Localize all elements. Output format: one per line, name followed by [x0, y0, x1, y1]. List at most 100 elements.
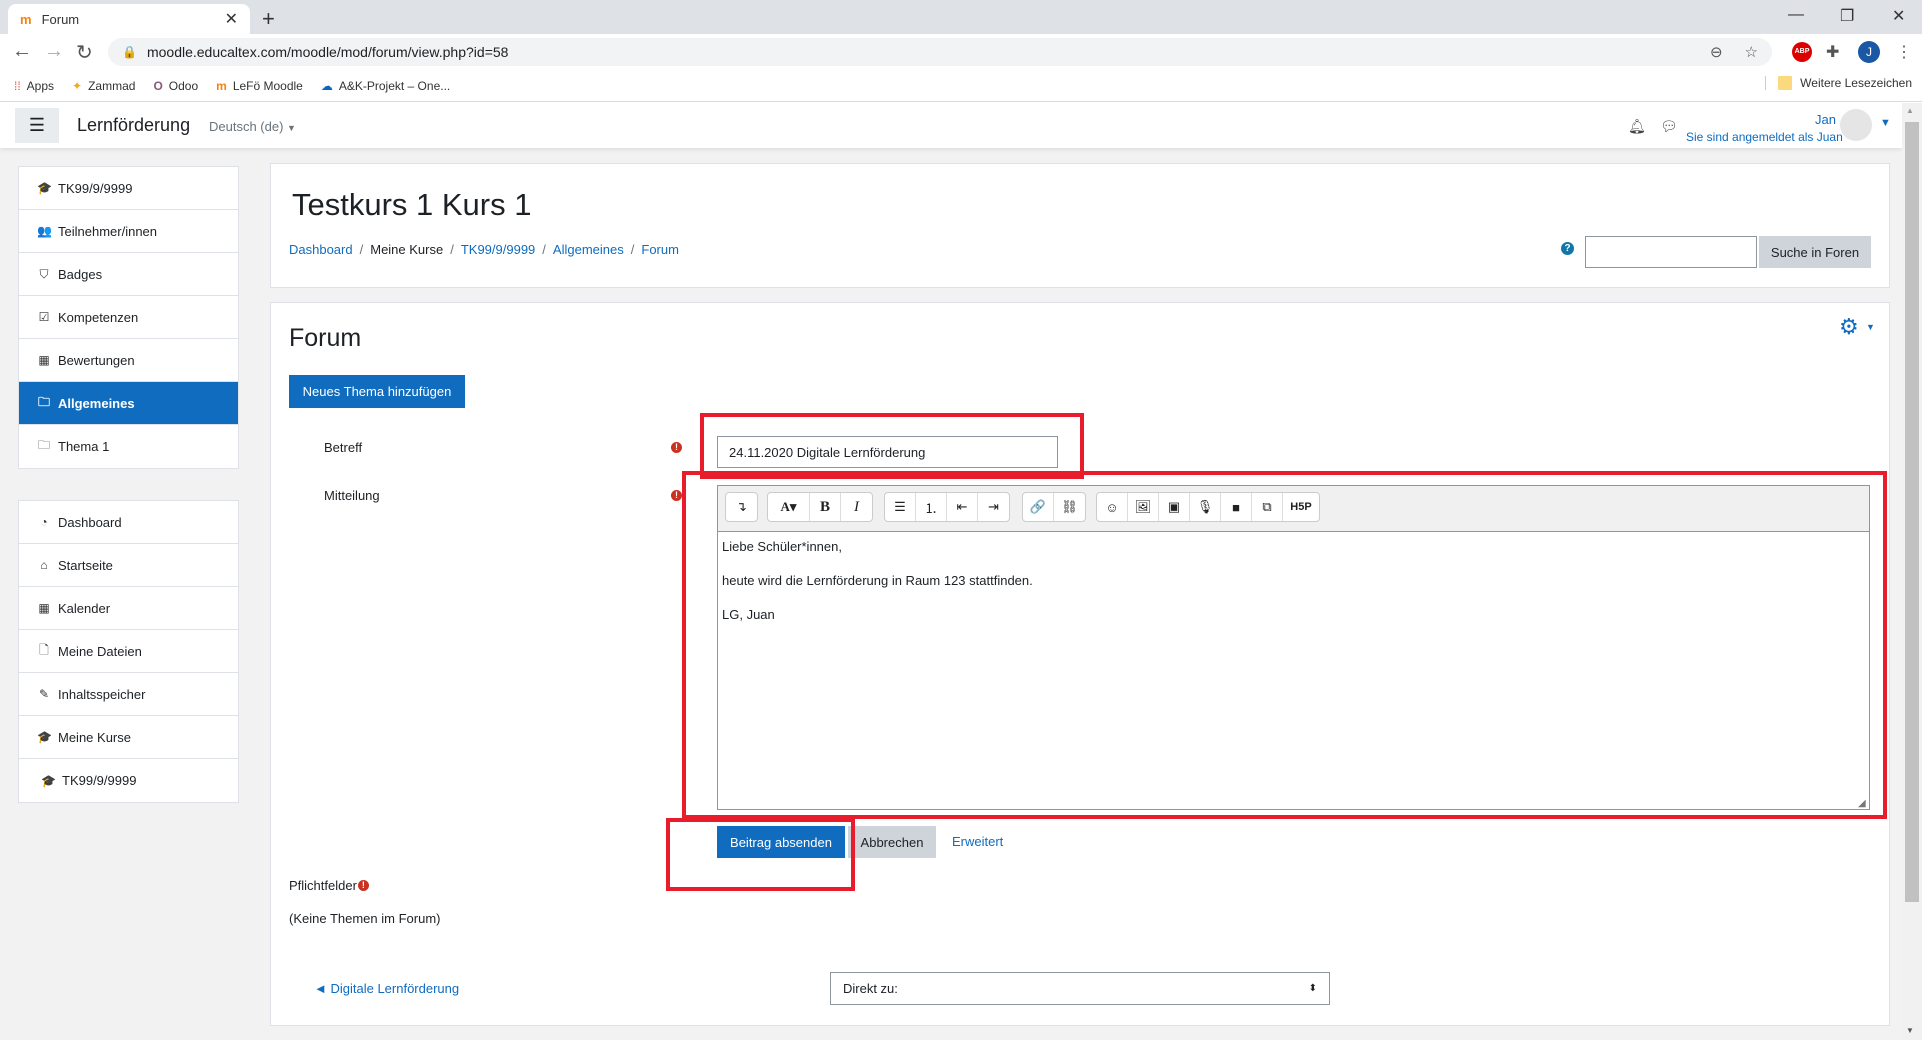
folder-icon: 🗀 [37, 394, 50, 409]
unlink-icon[interactable]: ⛓ [1054, 493, 1085, 521]
message-editor[interactable] [717, 485, 1870, 810]
breadcrumb-item: Meine Kurse [370, 242, 444, 257]
breadcrumb-item[interactable]: Forum [641, 242, 679, 257]
jump-to-select[interactable]: Direkt zu: ⬍ [830, 972, 1330, 1005]
bookmark-onedrive[interactable]: ☁ A&K-Projekt – One... [321, 79, 450, 93]
sidebar-item-kompetenzen[interactable]: ☑ Kompetenzen [19, 296, 238, 339]
minimize-icon[interactable]: — [1788, 6, 1804, 24]
link-icon[interactable]: 🔗 [1023, 493, 1054, 521]
breadcrumb-item[interactable]: Dashboard [289, 242, 353, 257]
previous-activity-link[interactable]: ◄ Digitale Lernförderung [314, 981, 459, 996]
zammad-icon: ✦ [72, 78, 83, 93]
outdent-icon[interactable]: ⇤ [947, 493, 978, 521]
add-new-topic-button[interactable]: Neues Thema hinzufügen [289, 375, 465, 408]
bookmark-lefo-moodle[interactable]: m LeFö Moodle [216, 79, 303, 93]
sidebar-item-tk99-9-9999[interactable]: 🎓 TK99/9/9999 [19, 759, 238, 802]
adblock-icon[interactable]: ABP [1792, 42, 1812, 62]
sidebar-item-meine-dateien[interactable]: 🗋 Meine Dateien [19, 630, 238, 673]
other-bookmarks[interactable]: Weitere Lesezeichen [1765, 76, 1912, 90]
required-icon: ! [671, 490, 682, 501]
messages-chat-icon[interactable]: 💬︎ [1660, 118, 1678, 135]
sidebar-item-label: Meine Kurse [58, 729, 131, 745]
message-paragraph: LG, Juan [722, 607, 775, 622]
breadcrumb-separator: / [359, 242, 364, 257]
user-avatar[interactable] [1840, 109, 1872, 141]
sidebar-item-allgemeines[interactable]: 🗀 Allgemeines [19, 382, 238, 425]
scroll-down-arrow-icon[interactable]: ▼ [1906, 1026, 1914, 1035]
bookmark-zammad[interactable]: ✦ Zammad [72, 79, 135, 93]
forward-icon[interactable]: → [44, 40, 64, 63]
help-icon[interactable]: ? [1561, 242, 1574, 255]
new-tab-button[interactable]: + [262, 6, 275, 32]
font-style-icon[interactable]: A▾ [768, 493, 810, 521]
notifications-bell-icon[interactable]: 🔔︎ [1628, 118, 1646, 135]
bookmarks-bar: ⁞⁞ Apps ✦ Zammad O Odoo m LeFö Moodle ☁ A&K-P… [0, 70, 1922, 102]
back-icon[interactable]: ← [12, 40, 32, 63]
bookmark-odoo[interactable]: O Odoo [153, 79, 198, 93]
reload-icon[interactable]: ↻ [76, 40, 93, 65]
site-brand[interactable]: Lernförderung [77, 115, 190, 136]
sidebar-item-dashboard[interactable]: ◔ Dashboard [19, 501, 238, 544]
numbered-list-icon[interactable]: ⒈ [916, 493, 947, 521]
breadcrumb-separator: / [542, 242, 546, 257]
forum-search-input[interactable] [1585, 236, 1757, 268]
editor-content[interactable]: Liebe Schüler*innen, heute wird die Lernf… [722, 538, 1862, 640]
close-tab-icon[interactable]: ✕ [225, 9, 238, 29]
bookmark-star-icon[interactable]: ☆ [1745, 43, 1758, 61]
sidebar-item-badges[interactable]: ⛉ Badges [19, 253, 238, 296]
sidebar-item-meine-kurse[interactable]: 🎓 Meine Kurse [19, 716, 238, 759]
profile-avatar[interactable]: J [1858, 41, 1880, 63]
sidebar-item-tk99-9-9999[interactable]: 🎓 TK99/9/9999 [19, 167, 238, 210]
folder-icon: 🗀 [37, 438, 50, 452]
file-icon: 🗋 [39, 642, 49, 657]
restore-icon[interactable]: ❐ [1840, 6, 1854, 26]
sidebar-item-label: Meine Dateien [58, 643, 142, 659]
language-menu[interactable]: Deutsch (de) ▼ [209, 119, 296, 134]
show-more-icon[interactable]: ↴ [726, 493, 757, 521]
bold-icon[interactable]: B [810, 493, 841, 521]
manage-files-icon[interactable]: ⧉ [1252, 493, 1283, 521]
sidebar-item-kalender[interactable]: ▦ Kalender [19, 587, 238, 630]
breadcrumb-item[interactable]: TK99/9/9999 [461, 242, 535, 257]
italic-icon[interactable]: I [841, 493, 872, 521]
subject-input[interactable]: 24.11.2020 Digitale Lernförderung [717, 436, 1058, 468]
onedrive-icon: ☁ [320, 78, 333, 93]
sidebar-item-teilnehmer-innen[interactable]: 👥 Teilnehmer/innen [19, 210, 238, 253]
address-bar[interactable]: 🔒 moodle.educaltex.com/moodle/mod/forum/… [108, 38, 1772, 66]
gear-caret-icon[interactable]: ▼ [1866, 322, 1875, 332]
resize-handle-icon[interactable]: ◢ [1858, 798, 1866, 809]
menu-kebab-icon[interactable]: ⋮ [1896, 42, 1912, 62]
sidebar-item-inhaltsspeicher[interactable]: ✎ Inhaltsspeicher [19, 673, 238, 716]
h5p-icon[interactable]: H5P [1283, 493, 1319, 521]
indent-icon[interactable]: ⇥ [978, 493, 1009, 521]
image-icon[interactable]: 🖼 [1128, 493, 1159, 521]
scrollbar-thumb[interactable] [1905, 122, 1919, 902]
cancel-button[interactable]: Abbrechen [848, 826, 936, 858]
hamburger-menu-button[interactable]: ☰ [15, 108, 59, 143]
media-icon[interactable]: ▣ [1159, 493, 1190, 521]
record-audio-icon[interactable]: 🎙 [1190, 493, 1221, 521]
sidebar-item-bewertungen[interactable]: ▦ Bewertungen [19, 339, 238, 382]
gear-icon[interactable]: ⚙ [1839, 314, 1859, 340]
record-video-icon[interactable]: ■ [1221, 493, 1252, 521]
extensions-puzzle-icon[interactable]: ✚ [1826, 42, 1839, 62]
search-forums-button[interactable]: Suche in Foren [1759, 236, 1871, 268]
advanced-link[interactable]: Erweitert [952, 834, 1003, 849]
zoom-icon[interactable]: ⊖ [1710, 43, 1723, 61]
moodle-favicon-icon: m [20, 11, 32, 27]
post-submit-button[interactable]: Beitrag absenden [717, 826, 845, 858]
user-menu-caret-icon[interactable]: ▼ [1880, 117, 1891, 129]
user-name[interactable]: Jan [1815, 112, 1836, 127]
bullet-list-icon[interactable]: ☰ [885, 493, 916, 521]
sidebar-site-nav: ◔ Dashboard ⌂ Startseite ▦ Kalender 🗋 Meine Dat… [18, 500, 239, 803]
browser-tab[interactable]: m Forum ✕ [8, 4, 250, 34]
logged-in-as[interactable]: Sie sind angemeldet als Juan [1686, 130, 1843, 144]
bookmark-apps[interactable]: ⁞⁞ Apps [14, 79, 54, 93]
emoticon-icon[interactable]: ☺ [1097, 493, 1128, 521]
breadcrumb-item[interactable]: Allgemeines [553, 242, 624, 257]
scroll-up-arrow-icon[interactable]: ▲ [1906, 106, 1914, 115]
sidebar-item-startseite[interactable]: ⌂ Startseite [19, 544, 238, 587]
sidebar-item-label: Allgemeines [58, 395, 135, 411]
sidebar-item-thema-1[interactable]: 🗀 Thema 1 [19, 425, 238, 468]
close-window-icon[interactable]: ✕ [1892, 6, 1905, 26]
